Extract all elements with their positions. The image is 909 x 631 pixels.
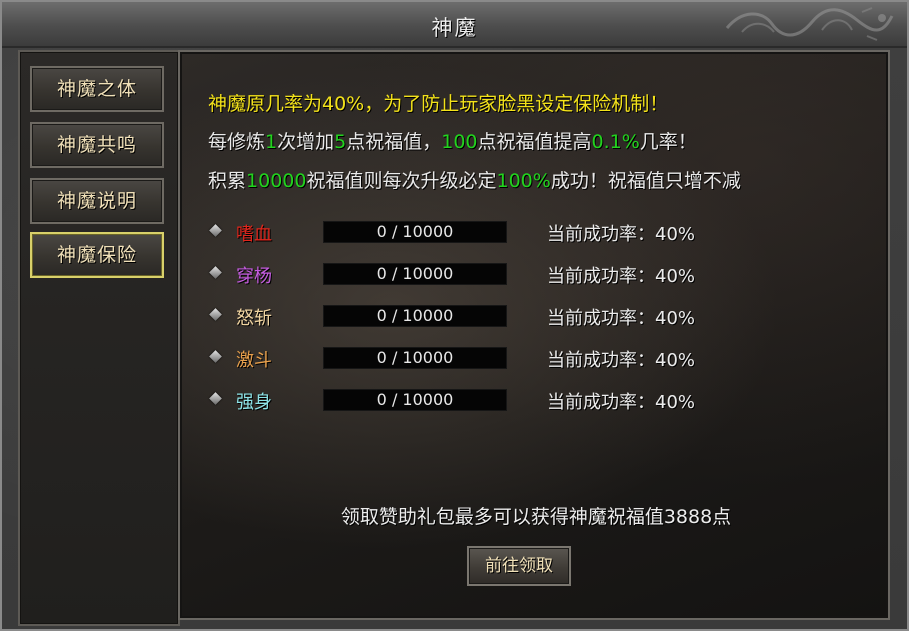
claim-button[interactable]: 前往领取 [467, 546, 571, 586]
intro-text: 成功！祝福值只增不减 [550, 170, 741, 192]
skill-name: 强身 [236, 392, 272, 413]
intro-highlight: 100 [441, 131, 478, 153]
intro-line-2: 每修炼1次增加5点祝福值，100点祝福值提高0.1%几率！ [208, 127, 697, 154]
skill-row-nuzhan: 怒斩 0 / 10000 当前成功率：40% [180, 300, 892, 330]
skill-row-shixue: 嗜血 0 / 10000 当前成功率：40% [180, 216, 892, 246]
intro-line-3: 积累10000祝福值则每次升级必定100%成功！祝福值只增不减 [208, 166, 741, 193]
intro-text: 积累 [208, 170, 247, 192]
intro-text: 点祝福值提高 [477, 131, 592, 153]
tab-shenmo-insurance[interactable]: 神魔保险 [30, 232, 164, 278]
intro-highlight: 1 [265, 131, 278, 153]
success-rate: 当前成功率：40% [547, 350, 696, 371]
tab-shenmo-resonance[interactable]: 神魔共鸣 [30, 122, 164, 168]
skill-row-qiangshen: 强身 0 / 10000 当前成功率：40% [180, 384, 892, 414]
tab-shenmo-body[interactable]: 神魔之体 [30, 66, 164, 112]
skill-name: 嗜血 [236, 224, 272, 245]
intro-text: 祝福值则每次升级必定 [306, 170, 497, 192]
success-rate: 当前成功率：40% [547, 224, 696, 245]
skill-row-jidou: 激斗 0 / 10000 当前成功率：40% [180, 342, 892, 372]
tab-shenmo-description[interactable]: 神魔说明 [30, 178, 164, 224]
shenmo-window: 神魔 神魔之体 神魔共鸣 神魔说明 神魔保险 神魔原几率为40%，为了防止玩家脸… [0, 0, 909, 631]
skill-row-chuanyang: 穿杨 0 / 10000 当前成功率：40% [180, 258, 892, 288]
title-bar[interactable]: 神魔 [2, 2, 907, 48]
diamond-icon [209, 266, 222, 279]
blessing-progress-bar: 0 / 10000 [323, 221, 507, 243]
skill-name: 怒斩 [236, 308, 272, 329]
intro-text: 每修炼 [208, 131, 266, 153]
sidebar: 神魔之体 神魔共鸣 神魔说明 神魔保险 [18, 50, 180, 626]
blessing-progress-bar: 0 / 10000 [323, 389, 507, 411]
success-rate: 当前成功率：40% [547, 392, 696, 413]
blessing-progress-bar: 0 / 10000 [323, 263, 507, 285]
diamond-icon [209, 392, 222, 405]
diamond-icon [209, 350, 222, 363]
diamond-icon [209, 224, 222, 237]
blessing-progress-bar: 0 / 10000 [323, 305, 507, 327]
dragon-ornament-icon [725, 7, 894, 41]
insurance-panel: 神魔原几率为40%，为了防止玩家脸黑设定保险机制！ 每修炼1次增加5点祝福值，1… [178, 50, 890, 620]
blessing-progress-bar: 0 / 10000 [323, 347, 507, 369]
intro-text: 次增加 [277, 131, 335, 153]
intro-text: 点祝福值， [346, 131, 442, 153]
diamond-icon [209, 308, 222, 321]
intro-highlight: 5 [334, 131, 347, 153]
intro-line-1: 神魔原几率为40%，为了防止玩家脸黑设定保险机制！ [208, 93, 669, 115]
skill-name: 穿杨 [236, 266, 272, 287]
intro-highlight: 100% [496, 170, 551, 192]
sponsor-note: 领取赞助礼包最多可以获得神魔祝福值3888点 [340, 506, 732, 528]
skill-name: 激斗 [236, 350, 272, 371]
intro-highlight: 0.1% [591, 131, 640, 153]
intro-highlight: 10000 [246, 170, 307, 192]
success-rate: 当前成功率：40% [547, 308, 696, 329]
intro-text: 几率！ [639, 131, 697, 153]
success-rate: 当前成功率：40% [547, 266, 696, 287]
